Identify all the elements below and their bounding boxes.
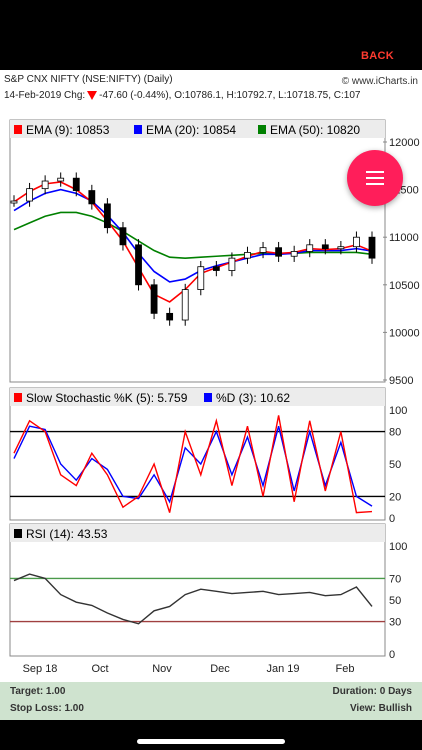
ema50-legend: EMA (50): 10820 bbox=[270, 123, 360, 137]
stoch-d-legend: %D (3): 10.62 bbox=[216, 391, 290, 405]
price-tick-label: 10000 bbox=[389, 327, 420, 339]
candle bbox=[244, 252, 251, 259]
candle bbox=[119, 227, 127, 246]
price-tick-label: 10500 bbox=[389, 280, 420, 292]
candle bbox=[275, 247, 283, 257]
menu-button[interactable] bbox=[347, 150, 403, 206]
x-tick-label: Sep 18 bbox=[23, 663, 58, 675]
candle bbox=[41, 180, 49, 190]
chart-screen: S&P CNX NIFTY (NSE:NIFTY) (Daily) © www.… bbox=[0, 70, 422, 682]
price-tick-label: 11000 bbox=[389, 232, 419, 244]
x-tick-label: Nov bbox=[152, 663, 172, 675]
candle bbox=[353, 236, 360, 248]
indicator-tick-label: 0 bbox=[389, 649, 395, 661]
ema20-legend: EMA (20): 10854 bbox=[146, 123, 236, 137]
indicator-tick-label: 30 bbox=[389, 617, 401, 629]
indicator-tick-label: 50 bbox=[389, 459, 401, 471]
candle bbox=[212, 266, 220, 271]
indicator-tick-label: 50 bbox=[389, 595, 401, 607]
price-tick-label: 9500 bbox=[389, 375, 413, 387]
candle bbox=[290, 251, 298, 257]
candle bbox=[57, 177, 65, 182]
candle bbox=[368, 236, 376, 259]
price-tick-label: 12000 bbox=[389, 137, 420, 149]
indicator-tick-label: 100 bbox=[389, 541, 407, 553]
ema50-swatch bbox=[258, 125, 266, 134]
stop-loss-label: Stop Loss: 1.00 bbox=[10, 703, 84, 714]
candle bbox=[181, 289, 189, 321]
ema9-legend: EMA (9): 10853 bbox=[26, 123, 110, 137]
stoch-d-swatch bbox=[204, 393, 212, 402]
indicator-tick-label: 80 bbox=[389, 427, 401, 439]
indicator-tick-label: 70 bbox=[389, 573, 401, 585]
stoch-k-legend: Slow Stochastic %K (5): 5.759 bbox=[26, 391, 188, 405]
home-indicator[interactable] bbox=[137, 739, 285, 744]
candle bbox=[26, 188, 33, 202]
x-tick-label: Oct bbox=[91, 663, 108, 675]
x-tick-label: Jan 19 bbox=[266, 663, 299, 675]
indicator-tick-label: 20 bbox=[389, 491, 401, 503]
top-bar: BACK bbox=[0, 0, 422, 70]
x-tick-label: Dec bbox=[210, 663, 230, 675]
back-button[interactable]: BACK bbox=[361, 50, 394, 62]
candle bbox=[321, 244, 329, 250]
candle bbox=[306, 244, 314, 252]
candle bbox=[259, 247, 267, 253]
indicator-tick-label: 0 bbox=[389, 513, 395, 525]
rsi-swatch bbox=[14, 529, 22, 538]
candle bbox=[197, 266, 205, 290]
ema9-swatch bbox=[14, 125, 22, 134]
candle bbox=[166, 312, 174, 321]
bottom-bar bbox=[0, 720, 422, 750]
view-label: View: Bullish bbox=[349, 703, 412, 714]
ema20-swatch bbox=[134, 125, 142, 134]
x-tick-label: Feb bbox=[336, 663, 355, 675]
candle bbox=[72, 177, 80, 191]
candle bbox=[135, 244, 142, 286]
indicator-tick-label: 100 bbox=[389, 405, 407, 417]
rsi-legend: RSI (14): 43.53 bbox=[26, 527, 108, 541]
candle bbox=[88, 190, 96, 205]
x-axis: Sep 18 Oct Nov Dec Jan 19 Feb bbox=[23, 663, 355, 675]
trade-summary: Target: 1.00 Stop Loss: 1.00 Duration: 0… bbox=[0, 682, 422, 720]
duration-label: Duration: 0 Days bbox=[332, 686, 412, 697]
candle bbox=[337, 246, 345, 250]
stochastic-panel bbox=[9, 387, 386, 521]
target-label: Target: 1.00 bbox=[10, 686, 66, 697]
candle bbox=[150, 284, 158, 314]
candle bbox=[10, 200, 18, 204]
candle bbox=[103, 203, 111, 229]
stoch-k-swatch bbox=[14, 393, 22, 402]
candle bbox=[228, 257, 236, 271]
